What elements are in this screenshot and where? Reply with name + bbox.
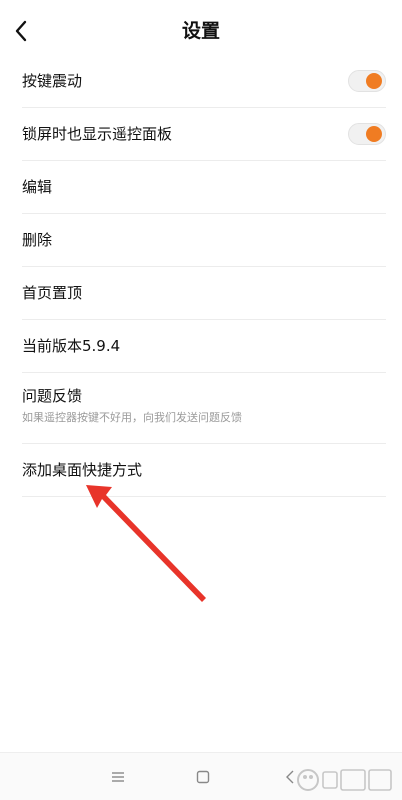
setting-row-lockscreen-panel[interactable]: 锁屏时也显示遥控面板 bbox=[22, 108, 386, 161]
menu-button[interactable] bbox=[108, 767, 128, 787]
settings-list: 按键震动 锁屏时也显示遥控面板 编辑 删除 首页置顶 当前版本5.9.4 问题反… bbox=[0, 55, 402, 497]
home-square-icon bbox=[196, 770, 210, 784]
menu-icon bbox=[112, 772, 124, 782]
setting-label: 锁屏时也显示遥控面板 bbox=[22, 125, 173, 143]
toggle-knob bbox=[366, 73, 382, 89]
setting-label: 按键震动 bbox=[22, 72, 83, 90]
setting-row-pin-top[interactable]: 首页置顶 bbox=[22, 267, 386, 320]
header: 设置 bbox=[0, 0, 402, 62]
setting-label: 编辑 bbox=[22, 178, 53, 196]
home-button[interactable] bbox=[193, 767, 213, 787]
setting-row-delete[interactable]: 删除 bbox=[22, 214, 386, 267]
setting-label: 添加桌面快捷方式 bbox=[22, 461, 143, 479]
setting-row-vibration[interactable]: 按键震动 bbox=[22, 55, 386, 108]
setting-description: 如果遥控器按键不好用，向我们发送问题反馈 bbox=[22, 411, 242, 424]
setting-row-edit[interactable]: 编辑 bbox=[22, 161, 386, 214]
toggle-knob bbox=[366, 126, 382, 142]
setting-label: 问题反馈 bbox=[22, 387, 83, 405]
setting-label: 删除 bbox=[22, 231, 53, 249]
setting-row-feedback[interactable]: 问题反馈 如果遥控器按键不好用，向我们发送问题反馈 bbox=[22, 373, 386, 444]
vibration-toggle[interactable] bbox=[348, 70, 386, 92]
setting-row-shortcut[interactable]: 添加桌面快捷方式 bbox=[22, 444, 386, 497]
setting-label: 首页置顶 bbox=[22, 284, 83, 302]
system-nav-bar bbox=[0, 752, 402, 800]
setting-row-version: 当前版本5.9.4 bbox=[22, 320, 386, 373]
setting-label: 当前版本5.9.4 bbox=[22, 337, 121, 355]
page-title: 设置 bbox=[181, 20, 220, 42]
lockscreen-panel-toggle[interactable] bbox=[348, 123, 386, 145]
baidu-jingyan-watermark bbox=[297, 769, 392, 791]
